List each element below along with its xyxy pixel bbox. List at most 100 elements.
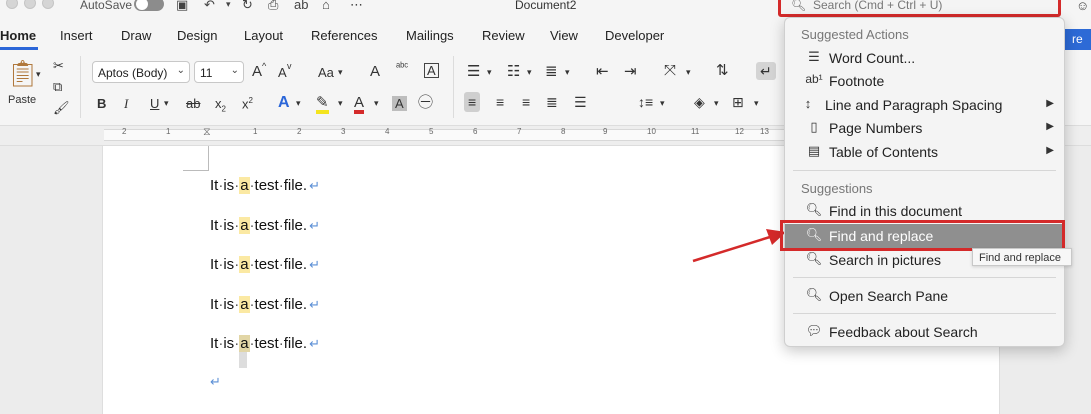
show-formatting-marks-icon[interactable]: ↵ [756,62,776,80]
document-line[interactable]: It·is·a·test·file. ↵ [210,217,320,234]
chevron-down-icon[interactable]: ▾ [565,68,570,77]
change-case-button[interactable]: Aa [318,66,334,79]
align-left-icon[interactable]: ≡ [464,92,481,112]
italic-button[interactable]: I [124,97,128,110]
enclose-characters-icon[interactable]: ㊀ [418,95,433,110]
close-window-icon[interactable] [6,0,18,9]
shrink-caret-icon: v [287,61,292,71]
grow-font-icon[interactable]: A [252,64,262,79]
menu-item-label: Word Count... [829,50,916,66]
menu-item-table-of-contents[interactable]: ▤ Table of Contents ▶ [785,140,1064,164]
chevron-down-icon[interactable]: ▾ [686,68,691,77]
character-shading-button[interactable]: A [392,96,407,111]
zoom-window-icon[interactable] [42,0,54,9]
document-line[interactable]: It·is·a·test·file. ↵ [210,335,320,352]
tab-draw[interactable]: Draw [121,28,151,43]
suggestions-header: Suggestions [801,181,873,196]
chevron-down-icon[interactable]: ▾ [164,99,169,108]
text-direction-icon[interactable]: ⤧ [664,63,676,78]
align-center-icon[interactable]: ≡ [496,95,504,109]
chevron-down-icon[interactable]: ▾ [754,99,759,108]
chevron-down-icon[interactable]: ▾ [374,99,379,108]
indent-marker[interactable]: ⧖ [203,126,215,146]
menu-item-footnote[interactable]: ab¹ Footnote [785,69,1064,93]
word: is [223,335,235,352]
search-placeholder: Search (Cmd + Ctrl + U) [813,0,943,12]
multilevel-list-icon[interactable]: ≣ [545,64,558,79]
phonetic-guide-icon[interactable]: ᵃᵇᶜ [396,62,408,73]
justify-icon[interactable]: ≣ [546,95,558,109]
line-spacing-icon[interactable]: ↕≡ [638,95,653,109]
shading-bucket-icon[interactable]: ◈ [694,95,705,109]
chevron-down-icon[interactable]: ▾ [338,99,343,108]
borders-icon[interactable]: ⊞ [732,95,744,109]
chevron-down-icon[interactable]: ▾ [296,99,301,108]
tab-developer[interactable]: Developer [605,28,664,43]
tab-review[interactable]: Review [482,28,525,43]
undo-icon[interactable]: ↶ [204,0,215,13]
character-border-icon[interactable]: A [424,63,439,78]
chevron-down-icon[interactable]: ▾ [487,68,492,77]
document-line[interactable]: It·is·a·test·file. ↵ [210,177,320,194]
document-line[interactable]: It·is·a·test·file. ↵ [210,256,320,273]
chevron-down-icon[interactable]: ▾ [660,99,665,108]
clear-formatting-icon[interactable]: A [370,64,380,79]
highlighted-word: a [239,177,250,194]
font-name-select[interactable]: Aptos (Body) ⌄ [92,61,190,83]
save-icon[interactable]: ▣ [176,0,188,13]
superscript-button[interactable]: x2 [242,97,253,111]
chevron-down-icon[interactable]: ▾ [527,68,532,77]
sort-icon[interactable]: ⇅ [716,63,729,78]
print-icon[interactable]: ⎙ [268,0,278,13]
paste-label[interactable]: Paste [8,95,36,106]
search-icon: 🔍︎ [805,287,823,302]
account-icon[interactable]: ☺ [1076,0,1089,13]
strikethrough-button[interactable]: ab [186,97,200,110]
search-box[interactable]: 🔍︎ Search (Cmd + Ctrl + U) [778,0,1061,17]
cut-icon[interactable]: ✂ [53,59,64,72]
underline-button[interactable]: U [150,97,159,110]
menu-item-label: Find in this document [829,203,963,219]
tab-view[interactable]: View [550,28,578,43]
chevron-down-icon[interactable]: ▾ [714,99,719,108]
minimize-window-icon[interactable] [24,0,36,9]
text-effects-button[interactable]: A [278,95,290,111]
document-line[interactable]: It·is·a·test·file. ↵ [210,296,320,313]
align-right-icon[interactable]: ≡ [522,95,530,109]
increase-indent-icon[interactable]: ⇥ [624,64,637,79]
more-icon[interactable]: ⋯ [350,0,363,13]
tab-insert[interactable]: Insert [60,28,93,43]
autosave-toggle[interactable] [134,0,164,11]
format-painter-icon[interactable]: 🖌︎ [53,101,70,114]
tab-home[interactable]: Home [0,28,36,43]
home-icon[interactable]: ⌂ [322,0,330,12]
tab-references[interactable]: References [311,28,377,43]
distributed-icon[interactable]: ☰ [574,95,587,109]
font-size-select[interactable]: 11 ⌄ [194,61,244,83]
ruler-number: 5 [429,127,434,136]
menu-item-line-spacing[interactable]: ↕ Line and Paragraph Spacing ▶ [785,93,1064,117]
tab-mailings[interactable]: Mailings [406,28,454,43]
subscript-button[interactable]: x2 [215,97,226,114]
tab-design[interactable]: Design [177,28,217,43]
undo-dropdown-icon[interactable]: ▾ [226,0,231,10]
paste-dropdown-icon[interactable]: ▾ [36,70,41,79]
shrink-font-icon[interactable]: A [278,66,287,79]
menu-item-page-numbers[interactable]: ▯ Page Numbers ▶ [785,116,1064,140]
redo-icon[interactable]: ↻ [242,0,253,13]
tab-layout[interactable]: Layout [244,28,283,43]
highlight-color-icon[interactable]: ✎ [316,95,329,114]
numbering-icon[interactable]: ☷ [507,64,520,79]
menu-item-open-search-pane[interactable]: 🔍︎ Open Search Pane [785,284,1064,308]
font-color-button[interactable]: A [354,95,365,114]
menu-item-feedback[interactable]: 💬︎ Feedback about Search [785,320,1064,344]
bullets-icon[interactable]: ☰ [467,64,480,79]
decrease-indent-icon[interactable]: ⇤ [596,64,609,79]
chevron-down-icon[interactable]: ▾ [338,68,343,77]
copy-icon[interactable]: ⧉ [53,80,62,93]
paste-icon[interactable]: 📋︎ [6,60,39,86]
menu-item-word-count[interactable]: ☰ Word Count... [785,46,1064,70]
submenu-arrow-icon: ▶ [1046,121,1054,132]
bold-button[interactable]: B [97,97,106,110]
spelling-icon[interactable]: ab [294,0,308,12]
